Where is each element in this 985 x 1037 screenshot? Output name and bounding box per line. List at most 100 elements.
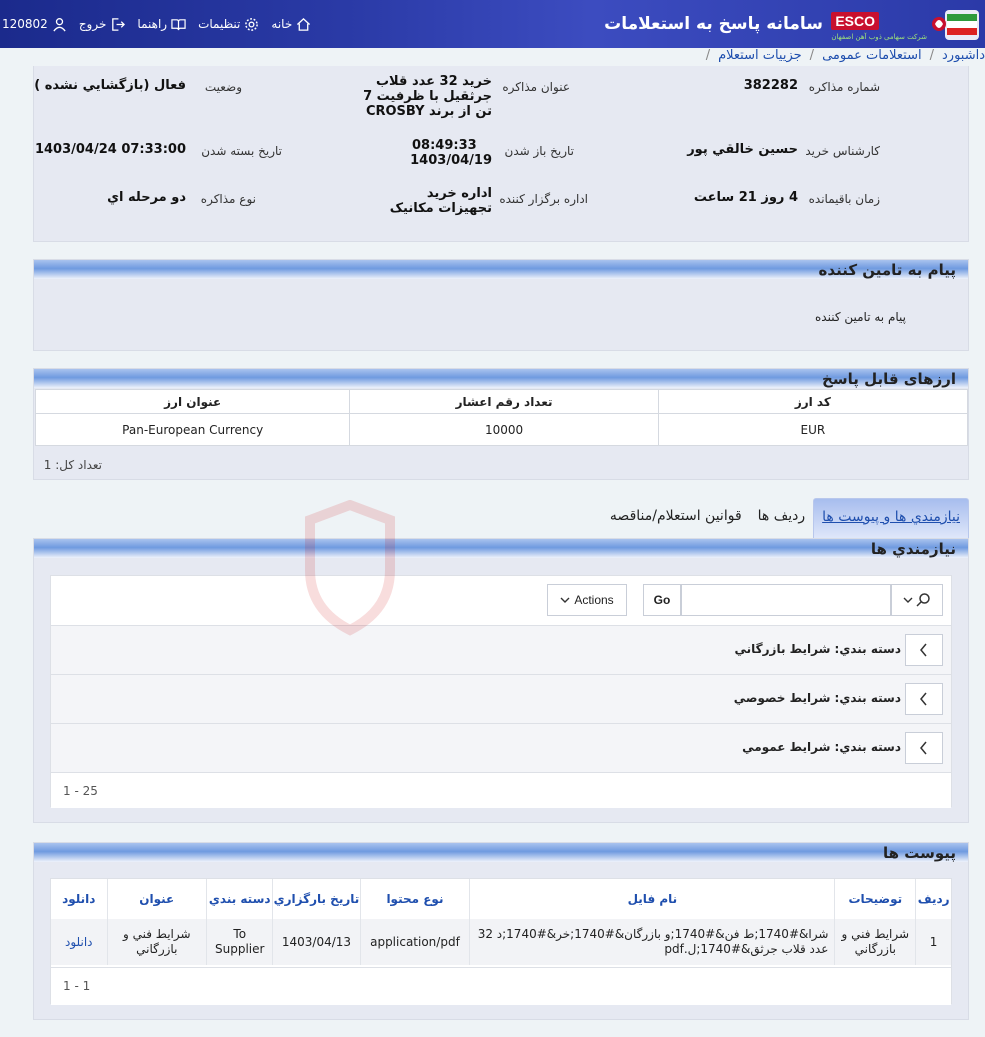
chevron-left-icon (920, 643, 927, 657)
book-icon (171, 18, 186, 30)
open-date-label: تاريخ باز شدن (504, 144, 574, 158)
currency-title-cell: Pan-European Currency (34, 413, 351, 446)
negotiation-no-value: 382282 (743, 78, 798, 93)
user-icon (53, 17, 66, 31)
help-link[interactable]: راهنما (137, 17, 186, 32)
breadcrumb: داشبورد/استعلامات عمومی/جزييات استعلام/ (705, 48, 985, 63)
attachment-category: To Supplier (206, 919, 273, 965)
col-category[interactable]: دسته بندي (206, 879, 273, 919)
remaining-value: 4 روز 21 ساعت (693, 190, 798, 205)
table-row: 1 شرايط فني و بازرگاني شرا&#1740;ط فن&#1… (51, 919, 951, 965)
top-nav: 120802 خروج راهنما تنظيمات خانه (0, 0, 311, 48)
tab-rules[interactable]: قوانين استعلام/مناقصه (602, 498, 750, 538)
home-link[interactable]: خانه (271, 17, 311, 32)
open-date-value: 08:49:33 1403/04/19 (410, 138, 492, 168)
col-decimals[interactable]: تعداد رقم اعشار (349, 389, 659, 414)
requirement-group-row[interactable]: دسته بندي: شرايط خصوصي (51, 674, 951, 723)
user-menu[interactable]: 120802 (2, 17, 67, 32)
supplier-message-text: پيام به تامين کننده (815, 310, 906, 324)
col-download[interactable]: دانلود (51, 879, 108, 919)
home-label: خانه (271, 17, 293, 31)
col-content-type[interactable]: نوع محتوا (359, 879, 470, 919)
currencies-title: ارزهای قابل پاسخ (822, 370, 956, 388)
supplier-message-header: پيام به تامين کننده (34, 260, 968, 279)
requirement-group-row[interactable]: دسته بندي: شرايط بازرگاني (51, 625, 951, 674)
col-currency-title[interactable]: عنوان ارز (34, 389, 351, 414)
remaining-label: زمان باقيمانده (808, 192, 880, 206)
attachment-content-type: application/pdf (359, 919, 470, 965)
actions-menu-button[interactable]: Actions (547, 584, 627, 616)
attachment-title: شرايط فني و بازرگاني (106, 919, 207, 965)
col-upload-date[interactable]: تاريخ بارگزاري (272, 879, 360, 919)
breadcrumb-dashboard[interactable]: داشبورد (942, 48, 985, 63)
requirements-region: Go Actions دسته بندي: شرايط بازرگاني دست… (50, 575, 952, 808)
settings-link[interactable]: تنظيمات (198, 17, 259, 32)
currency-code-cell: EUR (657, 413, 969, 446)
home-icon (297, 17, 311, 31)
currencies-header: ارزهای قابل پاسخ (34, 369, 968, 388)
attachment-row-no: 1 (915, 919, 951, 965)
chevron-down-icon (903, 597, 913, 603)
app-title: سامانه پاسخ به استعلامات (604, 14, 823, 34)
brand-logo-text: ESCO (831, 12, 879, 30)
attachments-region: رديف توضيحات نام فايل نوع محتوا تاريخ با… (50, 878, 952, 1005)
requirements-pagination: 1 - 25 (63, 784, 98, 798)
decimals-cell: 10000 (349, 413, 659, 446)
attachments-table: رديف توضيحات نام فايل نوع محتوا تاريخ با… (51, 879, 951, 965)
col-file-name[interactable]: نام فايل (469, 879, 835, 919)
office-label: اداره برگزار کننده (499, 192, 588, 206)
negotiation-no-label: شماره مذاکره (808, 80, 880, 94)
user-id: 120802 (2, 17, 48, 31)
currencies-panel: ارزهای قابل پاسخ کد ارز تعداد رقم اعشار … (33, 368, 969, 480)
buyer-value: حسين خالقي پور (687, 142, 798, 157)
close-date-label: تاريخ بسته شدن (201, 144, 282, 158)
negotiation-title-value: خريد 32 عدد قلاب جرثقيل با ظرفيت 7 تن از… (363, 74, 492, 119)
inquiry-info-panel: شماره مذاکره 382282 کارشناس خريد حسين خا… (33, 66, 969, 242)
search-icon (916, 593, 930, 607)
tab-requirements-attachments[interactable]: نيازمندي ها و پيوست ها (813, 498, 969, 538)
negotiation-type-label: نوع مذاکره (200, 192, 256, 206)
requirement-group-label: دسته بندي: شرايط بازرگاني (734, 642, 902, 656)
tab-lines[interactable]: رديف ها (750, 498, 813, 538)
requirements-panel: نيازمندي ها Go Actions دسته بندي: شرايط … (33, 538, 969, 823)
logout-label: خروج (78, 17, 107, 31)
tab-lines-label: رديف ها (757, 508, 806, 524)
negotiation-title-label: عنوان مذاکره (502, 80, 570, 94)
search-input[interactable] (681, 584, 891, 616)
company-logo (931, 6, 981, 44)
attachments-header: پيوست ها (34, 843, 968, 862)
currencies-table: کد ارز تعداد رقم اعشار عنوان ارز EUR 100… (34, 389, 969, 446)
col-currency-code[interactable]: کد ارز (657, 389, 969, 414)
supplier-message-panel: پيام به تامين کننده پيام به تامين کننده (33, 259, 969, 351)
go-button[interactable]: Go (643, 584, 681, 616)
office-value: اداره خريد تجهيزات مکانيک (389, 186, 492, 216)
tab-bar: نيازمندي ها و پيوست ها رديف ها قوانين اس… (602, 498, 969, 538)
close-date-value: 1403/04/24 07:33:00 (34, 142, 186, 157)
expand-button[interactable] (905, 634, 943, 666)
expand-button[interactable] (905, 683, 943, 715)
negotiation-type-value: دو مرحله اي (107, 190, 186, 205)
attachment-upload-date: 1403/04/13 (272, 919, 360, 965)
requirement-group-label: دسته بندي: شرايط خصوصي (733, 691, 901, 705)
top-bar: ESCO شرکت سهامی ذوب آهن اصفهان سامانه پا… (0, 0, 985, 48)
attachment-description: شرايط فني و بازرگاني (834, 919, 916, 965)
attachment-file-name: شرا&#1740;ط فن&#1740;و بازرگان&#1740;خر&… (469, 919, 835, 965)
expand-button[interactable] (905, 732, 943, 764)
download-link[interactable]: دانلود (65, 935, 93, 949)
requirements-header: نيازمندي ها (34, 539, 968, 558)
chevron-down-icon (560, 597, 570, 603)
breadcrumb-public-inquiries[interactable]: استعلامات عمومی (822, 48, 922, 63)
col-row[interactable]: رديف (915, 879, 951, 919)
breadcrumb-inquiry-details[interactable]: جزييات استعلام (718, 48, 802, 63)
col-description[interactable]: توضيحات (834, 879, 916, 919)
logout-link[interactable]: خروج (79, 17, 126, 32)
requirement-group-row[interactable]: دسته بندي: شرايط عمومي (51, 723, 951, 772)
search-column-button[interactable] (891, 584, 943, 616)
chevron-left-icon (920, 692, 927, 706)
col-title[interactable]: عنوان (106, 879, 207, 919)
settings-label: تنظيمات (198, 17, 241, 31)
tab-rules-label: قوانين استعلام/مناقصه (609, 508, 742, 524)
supplier-message-title: پيام به تامين کننده (818, 261, 956, 279)
chevron-left-icon (920, 741, 927, 755)
requirement-group-label: دسته بندي: شرايط عمومي (742, 740, 901, 754)
